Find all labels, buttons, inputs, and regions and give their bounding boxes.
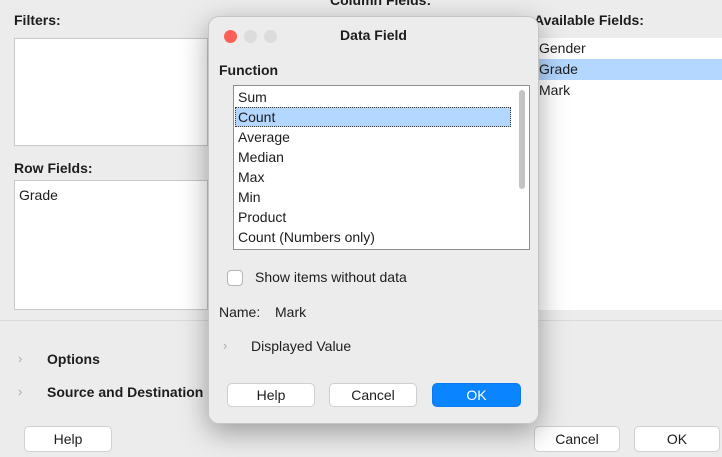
- source-destination-expander[interactable]: Source and Destination: [47, 384, 203, 400]
- filters-label: Filters:: [14, 12, 61, 28]
- column-fields-label: Column Fields:: [330, 0, 432, 8]
- available-field-item-selected[interactable]: Grade: [535, 59, 722, 80]
- function-item[interactable]: Min: [235, 187, 511, 207]
- data-field-dialog: Data Field Function Sum Count Average Me…: [208, 16, 539, 424]
- name-label: Name:: [219, 304, 261, 320]
- show-items-label[interactable]: Show items without data: [255, 269, 407, 285]
- available-field-item[interactable]: Gender: [535, 38, 722, 59]
- function-item[interactable]: Count (Numbers only): [235, 227, 511, 247]
- cancel-button[interactable]: Cancel: [534, 426, 620, 452]
- show-items-checkbox[interactable]: [227, 270, 243, 286]
- help-button[interactable]: Help: [24, 426, 112, 452]
- name-value: Mark: [275, 304, 307, 320]
- dialog-help-button[interactable]: Help: [227, 383, 315, 407]
- dialog-titlebar[interactable]: Data Field: [209, 17, 538, 55]
- chevron-right-icon[interactable]: ›: [18, 351, 22, 366]
- available-fields-label: Available Fields:: [534, 12, 644, 28]
- function-item[interactable]: Max: [235, 167, 511, 187]
- chevron-right-icon[interactable]: ›: [18, 384, 22, 399]
- function-item[interactable]: Product: [235, 207, 511, 227]
- row-fields-box[interactable]: Grade: [14, 180, 208, 310]
- function-label: Function: [219, 62, 279, 78]
- available-field-item[interactable]: Mark: [535, 80, 722, 101]
- row-field-item[interactable]: Grade: [19, 187, 58, 203]
- dialog-ok-button[interactable]: OK: [432, 383, 521, 407]
- ok-button[interactable]: OK: [634, 426, 720, 452]
- function-item[interactable]: Average: [235, 127, 511, 147]
- displayed-value-expander[interactable]: Displayed Value: [251, 338, 351, 354]
- function-item[interactable]: Median: [235, 147, 511, 167]
- function-item-selected[interactable]: Count: [235, 107, 511, 127]
- dialog-cancel-button[interactable]: Cancel: [329, 383, 417, 407]
- filters-box[interactable]: [14, 38, 208, 146]
- dialog-title: Data Field: [340, 27, 407, 43]
- chevron-right-icon[interactable]: ›: [223, 338, 227, 353]
- available-fields-list[interactable]: Gender Grade Mark: [534, 38, 722, 310]
- function-item[interactable]: Sum: [235, 87, 511, 107]
- row-fields-label: Row Fields:: [14, 160, 93, 176]
- options-expander[interactable]: Options: [47, 351, 100, 367]
- function-list[interactable]: Sum Count Average Median Max Min Product…: [233, 85, 530, 250]
- scrollbar-thumb[interactable]: [519, 90, 525, 189]
